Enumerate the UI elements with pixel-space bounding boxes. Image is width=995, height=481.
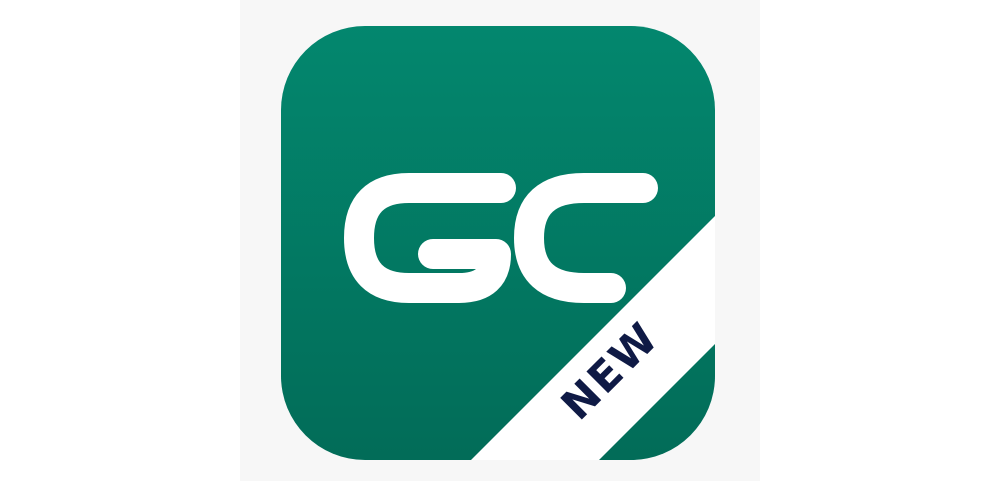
app-icon[interactable]: NEW (281, 26, 715, 460)
app-icon-graphic: NEW (281, 26, 715, 460)
image-canvas: NEW (0, 0, 995, 481)
